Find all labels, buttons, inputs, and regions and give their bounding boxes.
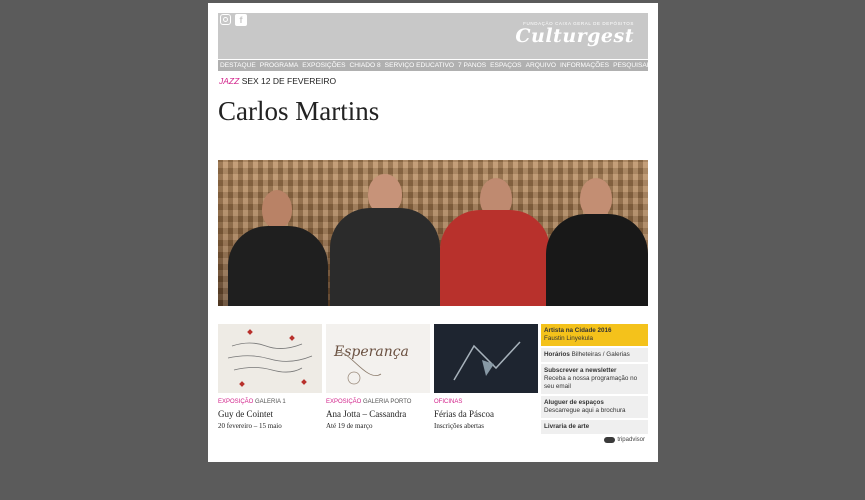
- sidebar-item-livraria[interactable]: Livraria de arte: [541, 420, 648, 434]
- nav-arquivo[interactable]: ARQUIVO: [524, 62, 558, 69]
- card-title[interactable]: Férias da Páscoa: [434, 409, 538, 419]
- card-ana-jotta[interactable]: Esperança EXPOSIÇÃO GALERIA PORTO Ana Jo…: [326, 324, 430, 430]
- sidebar-item-aluguer[interactable]: Aluguer de espaços Descarregue aqui a br…: [541, 396, 648, 418]
- site-header: f FUNDAÇÃO CAIXA GERAL DE DEPÓSITOS Cult…: [218, 13, 648, 59]
- card-meta: EXPOSIÇÃO GALERIA 1: [218, 399, 286, 405]
- nav-programa[interactable]: PROGRAMA: [258, 62, 300, 69]
- nav-espacos[interactable]: ESPAÇOS: [488, 62, 523, 69]
- instagram-icon[interactable]: [220, 14, 231, 25]
- musician-1: [228, 160, 328, 306]
- sidebar: Artista na Cidade 2016 Faustin Linyekula…: [541, 324, 648, 443]
- musician-4: [546, 160, 648, 306]
- card-image[interactable]: Esperança: [326, 324, 430, 393]
- culturgest-logo[interactable]: FUNDAÇÃO CAIXA GERAL DE DEPÓSITOS Cultur…: [515, 21, 634, 46]
- sidebar-item-horarios[interactable]: Horários Bilheteiras / Galerias: [541, 348, 648, 362]
- tripadvisor-owl-icon: [604, 437, 616, 443]
- card-detail: Inscrições abertas: [434, 422, 484, 430]
- sidebar-item-newsletter[interactable]: Subscrever a newsletter Receba a nossa p…: [541, 364, 648, 394]
- card-image[interactable]: [434, 324, 538, 393]
- card-guy-de-cointet[interactable]: EXPOSIÇÃO GALERIA 1 Guy de Cointet 20 fe…: [218, 324, 322, 430]
- page: f FUNDAÇÃO CAIXA GERAL DE DEPÓSITOS Cult…: [208, 3, 658, 462]
- card-meta: OFICINAS: [434, 399, 463, 405]
- card-meta: EXPOSIÇÃO GALERIA PORTO: [326, 399, 412, 405]
- sidebar-item-artista[interactable]: Artista na Cidade 2016 Faustin Linyekula: [541, 324, 648, 346]
- musician-3: [440, 160, 550, 306]
- social-links: f: [220, 14, 247, 26]
- facebook-icon[interactable]: f: [235, 14, 247, 26]
- musician-2: [330, 160, 440, 306]
- tripadvisor-link[interactable]: tripadvisor: [604, 437, 645, 443]
- card-ferias-pascoa[interactable]: OFICINAS Férias da Páscoa Inscrições abe…: [434, 324, 538, 430]
- card-image[interactable]: [218, 324, 322, 393]
- nav-informacoes[interactable]: INFORMAÇÕES: [558, 62, 611, 69]
- hero-photo: [218, 160, 648, 306]
- card-date: 20 fevereiro – 15 maio: [218, 422, 282, 430]
- nav-destaque[interactable]: DESTAQUE: [218, 62, 258, 69]
- event-header: JAZZ SEX 12 DE FEVEREIRO: [219, 76, 336, 86]
- card-date: Até 19 de março: [326, 422, 373, 430]
- event-date: SEX 12 DE FEVEREIRO: [241, 76, 337, 86]
- tripadvisor-label: tripadvisor: [617, 437, 645, 443]
- card-title[interactable]: Guy de Cointet: [218, 409, 322, 419]
- nav-7-panos[interactable]: 7 PANOS: [456, 62, 488, 69]
- nav-pesquisar[interactable]: PESQUISAR: [611, 62, 653, 69]
- nav-servico-educativo[interactable]: SERVIÇO EDUCATIVO: [383, 62, 456, 69]
- nav-exposicoes[interactable]: EXPOSIÇÕES: [300, 62, 347, 69]
- card-title[interactable]: Ana Jotta – Cassandra: [326, 409, 430, 419]
- logo-text: Culturgest: [515, 25, 634, 47]
- nav-chiado-8[interactable]: CHIADO 8: [348, 62, 383, 69]
- program-cards: EXPOSIÇÃO GALERIA 1 Guy de Cointet 20 fe…: [218, 324, 648, 459]
- main-nav: DESTAQUE PROGRAMA EXPOSIÇÕES CHIADO 8 SE…: [218, 60, 652, 71]
- event-title: Carlos Martins: [218, 96, 380, 126]
- event-category[interactable]: JAZZ: [219, 76, 239, 86]
